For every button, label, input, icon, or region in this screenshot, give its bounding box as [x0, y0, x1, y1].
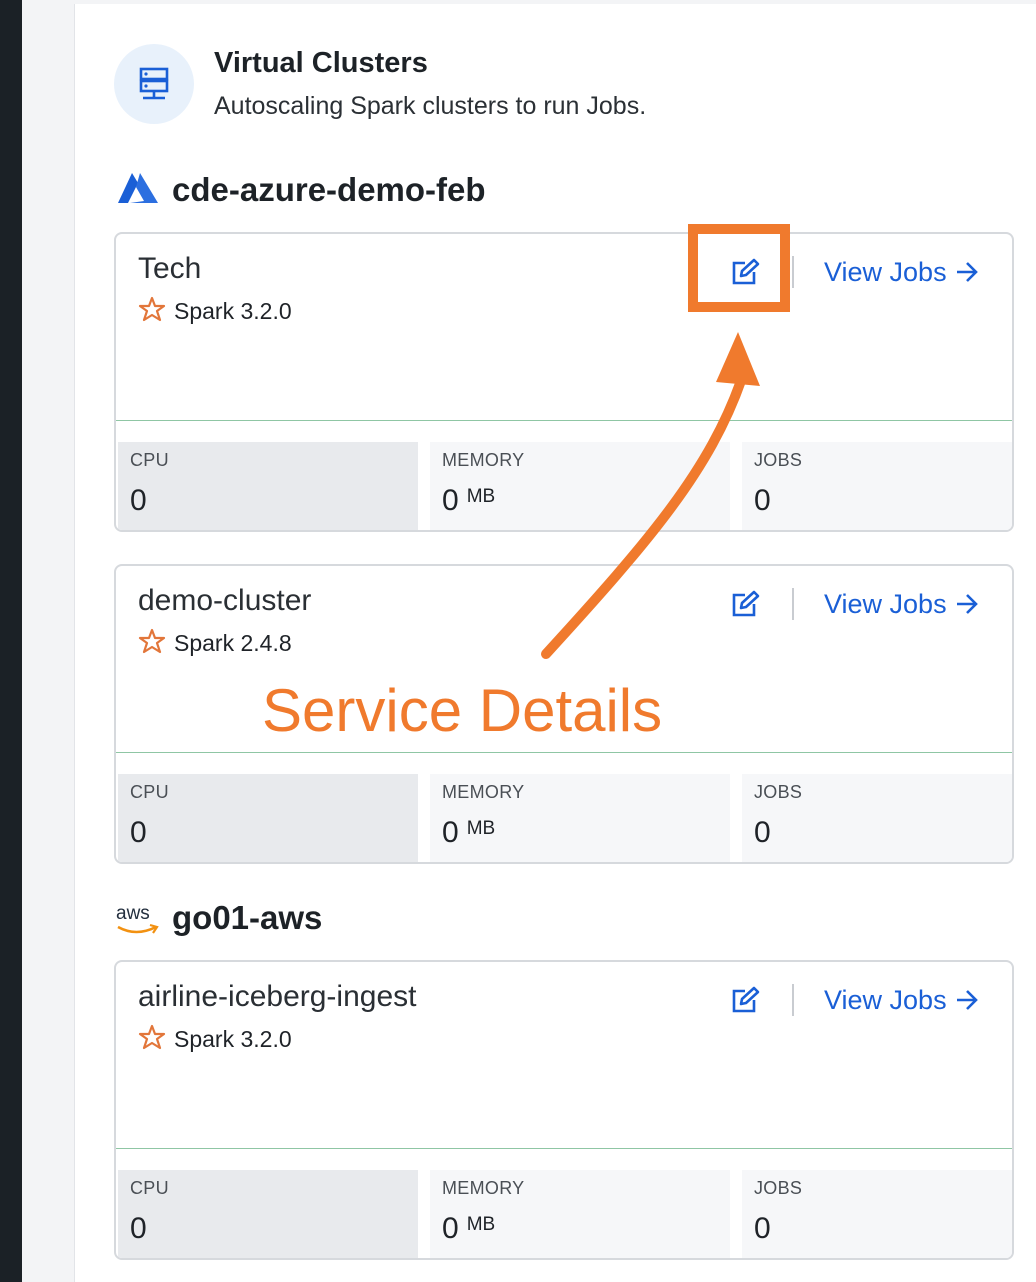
cluster-card: airline-iceberg-ingest Spark 3.2.0 View …	[114, 960, 1014, 1260]
view-jobs-link[interactable]: View Jobs	[824, 256, 979, 288]
page-header: Virtual Clusters Autoscaling Spark clust…	[114, 44, 814, 126]
annotation-label: Service Details	[262, 677, 663, 744]
spark-icon	[138, 296, 166, 327]
memory-value-row: 0 MB	[442, 484, 495, 518]
cpu-value: 0	[130, 816, 147, 849]
arrow-right-icon	[955, 593, 979, 615]
cpu-stat: CPU 0	[118, 1170, 418, 1258]
view-jobs-label: View Jobs	[824, 256, 947, 287]
annotation-highlight-box	[688, 224, 790, 312]
memory-unit: MB	[466, 1214, 496, 1235]
memory-label: MEMORY	[442, 1178, 525, 1198]
edit-icon	[731, 986, 761, 1019]
memory-unit: MB	[466, 818, 496, 839]
jobs-label: JOBS	[754, 1178, 803, 1198]
spark-version-row: Spark 3.2.0	[138, 296, 292, 327]
memory-stat: MEMORY 0 MB	[430, 1170, 730, 1258]
divider	[792, 256, 794, 288]
cluster-stats: CPU 0 MEMORY 0 MB JOBS 0	[118, 1170, 1012, 1258]
memory-value: 0	[442, 816, 459, 849]
memory-label: MEMORY	[442, 782, 525, 802]
environment-heading-azure: cde-azure-demo-feb	[114, 168, 486, 212]
card-separator	[116, 1148, 1012, 1149]
spark-icon	[138, 1024, 166, 1055]
memory-unit: MB	[466, 486, 496, 507]
spark-version: Spark 2.4.8	[174, 630, 292, 656]
annotation-arrow	[541, 332, 760, 659]
edit-cluster-button[interactable]	[728, 984, 764, 1020]
jobs-label: JOBS	[754, 782, 803, 802]
page-title: Virtual Clusters	[214, 47, 428, 79]
cpu-stat: CPU 0	[118, 774, 418, 862]
cluster-name: Tech	[138, 252, 202, 285]
cluster-stats: CPU 0 MEMORY 0 MB JOBS 0	[118, 774, 1012, 862]
arrow-right-icon	[955, 989, 979, 1011]
cpu-label: CPU	[130, 782, 169, 802]
azure-logo-icon	[114, 171, 160, 210]
jobs-value: 0	[754, 816, 771, 849]
cpu-value: 0	[130, 484, 147, 517]
divider	[792, 588, 794, 620]
cpu-label: CPU	[130, 1178, 169, 1198]
jobs-value: 0	[754, 1212, 771, 1245]
memory-value: 0	[442, 484, 459, 517]
spark-version-row: Spark 2.4.8	[138, 628, 292, 659]
environment-heading-aws: aws go01-aws	[114, 896, 322, 940]
cpu-value: 0	[130, 1212, 147, 1245]
environment-name: cde-azure-demo-feb	[172, 171, 486, 208]
server-icon	[114, 44, 194, 124]
page-subtitle: Autoscaling Spark clusters to run Jobs.	[214, 92, 647, 120]
memory-stat: MEMORY 0 MB	[430, 774, 730, 862]
spark-icon	[138, 628, 166, 659]
aws-logo-icon: aws	[114, 901, 160, 935]
spark-version-row: Spark 3.2.0	[138, 1024, 292, 1055]
spark-version: Spark 3.2.0	[174, 298, 292, 324]
view-jobs-link[interactable]: View Jobs	[824, 984, 979, 1016]
cluster-name: airline-iceberg-ingest	[138, 980, 417, 1013]
cpu-label: CPU	[130, 450, 169, 470]
divider	[792, 984, 794, 1016]
left-sidebar-rail	[0, 0, 22, 1282]
memory-value-row: 0 MB	[442, 816, 495, 850]
cpu-stat: CPU 0	[118, 442, 418, 530]
view-jobs-link[interactable]: View Jobs	[824, 588, 979, 620]
view-jobs-label: View Jobs	[824, 984, 947, 1015]
jobs-stat: JOBS 0	[742, 442, 1012, 530]
memory-value: 0	[442, 1212, 459, 1245]
environment-name: go01-aws	[172, 899, 323, 936]
jobs-stat: JOBS 0	[742, 1170, 1012, 1258]
memory-value-row: 0 MB	[442, 1212, 495, 1246]
cluster-name: demo-cluster	[138, 584, 312, 617]
view-jobs-label: View Jobs	[824, 588, 947, 619]
spark-version: Spark 3.2.0	[174, 1026, 292, 1052]
memory-label: MEMORY	[442, 450, 525, 470]
arrow-right-icon	[955, 261, 979, 283]
jobs-stat: JOBS 0	[742, 774, 1012, 862]
card-separator	[116, 752, 1012, 753]
